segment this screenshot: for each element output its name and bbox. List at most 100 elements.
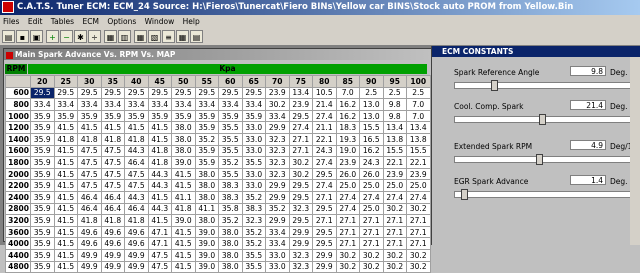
table-cell[interactable]: 41.5	[171, 167, 196, 181]
table-cell[interactable]: 46.4	[77, 190, 102, 204]
table-cell[interactable]: 35.9	[194, 144, 219, 158]
table-cell[interactable]: 27.4	[335, 190, 360, 204]
table-cell[interactable]: 24.3	[359, 156, 384, 169]
table-cell[interactable]: 35.9	[194, 156, 219, 169]
table-cell[interactable]: 47.1	[147, 225, 172, 239]
table-cell[interactable]: 35.2	[194, 132, 219, 146]
table-cell[interactable]: 27.1	[312, 214, 337, 227]
table-cell[interactable]: 27.1	[382, 214, 407, 227]
table-cell[interactable]: 27.1	[406, 225, 431, 239]
table-cell[interactable]: 33.0	[241, 167, 266, 181]
table-cell[interactable]: 35.9	[218, 109, 243, 123]
table-cell[interactable]: 13.4	[288, 86, 313, 100]
table-cell[interactable]: 39.0	[194, 237, 219, 250]
table-cell[interactable]: 49.9	[100, 248, 125, 262]
table-cell[interactable]: 10.5	[312, 86, 337, 100]
table-cell[interactable]: 21.4	[312, 98, 337, 111]
table-cell[interactable]: 23.9	[265, 86, 290, 100]
table-cell[interactable]: 35.8	[218, 202, 243, 216]
table-cell[interactable]: 23.9	[406, 167, 431, 181]
table-cell[interactable]: 35.9	[30, 121, 55, 134]
table-cell[interactable]: 41.8	[77, 214, 102, 227]
table-cell[interactable]: 30.2	[335, 248, 360, 262]
table-cell[interactable]: 23.9	[288, 98, 313, 111]
table-cell[interactable]: 41.5	[53, 225, 78, 239]
table-cell[interactable]: 33.4	[265, 237, 290, 250]
table-cell[interactable]: 47.5	[100, 167, 125, 181]
table-cell[interactable]: 46.4	[124, 156, 149, 169]
table-cell[interactable]: 41.5	[53, 260, 78, 273]
table-cell[interactable]: 35.9	[100, 109, 125, 123]
table-cell[interactable]: 35.9	[77, 109, 102, 123]
table-cell[interactable]: 29.5	[288, 179, 313, 192]
table-cell[interactable]: 32.3	[265, 144, 290, 158]
table-cell[interactable]: 38.3	[218, 190, 243, 204]
table-cell[interactable]: 35.2	[218, 214, 243, 227]
table-cell[interactable]: 47.5	[100, 156, 125, 169]
table-cell[interactable]: 30.2	[335, 260, 360, 273]
table-cell[interactable]: 35.5	[218, 167, 243, 181]
table-cell[interactable]: 35.9	[30, 190, 55, 204]
table-cell[interactable]: 27.1	[382, 225, 407, 239]
table-cell[interactable]: 24.3	[312, 144, 337, 158]
param-value-field[interactable]: 9.8	[570, 66, 606, 76]
table-cell[interactable]: 49.9	[124, 260, 149, 273]
table-cell[interactable]: 25.0	[406, 179, 431, 192]
table-cell[interactable]: 41.8	[124, 132, 149, 146]
table-cell[interactable]: 30.2	[288, 167, 313, 181]
table-cell[interactable]: 15.5	[382, 144, 407, 158]
table-cell[interactable]: 27.4	[312, 156, 337, 169]
table-cell[interactable]: 47.5	[100, 179, 125, 192]
table-cell[interactable]: 33.0	[265, 248, 290, 262]
table-cell[interactable]: 35.9	[241, 109, 266, 123]
table-cell[interactable]: 41.5	[53, 167, 78, 181]
table-cell[interactable]: 47.5	[77, 167, 102, 181]
table-cell[interactable]: 41.1	[171, 190, 196, 204]
grid-icon[interactable]: ▦	[134, 30, 147, 43]
table-cell[interactable]: 7.0	[406, 98, 431, 111]
table-cell[interactable]: 44.3	[124, 190, 149, 204]
table-cell[interactable]: 46.4	[100, 202, 125, 216]
param-slider-thumb[interactable]	[536, 154, 543, 165]
param-slider-track[interactable]	[454, 156, 634, 163]
table-cell[interactable]: 35.9	[30, 202, 55, 216]
table-cell[interactable]: 38.0	[171, 121, 196, 134]
table-cell[interactable]: 30.2	[382, 202, 407, 216]
table-cell[interactable]: 49.6	[77, 237, 102, 250]
table-cell[interactable]: 29.9	[265, 179, 290, 192]
table-cell[interactable]: 41.8	[100, 214, 125, 227]
table-cell[interactable]: 15.5	[359, 121, 384, 134]
open-icon[interactable]: ▤	[2, 30, 15, 43]
table-cell[interactable]: 13.8	[406, 132, 431, 146]
table-cell[interactable]: 30.2	[359, 260, 384, 273]
table-cell[interactable]: 13.8	[382, 132, 407, 146]
table-cell[interactable]: 29.9	[312, 260, 337, 273]
table-cell[interactable]: 35.5	[241, 260, 266, 273]
table-cell[interactable]: 29.9	[265, 190, 290, 204]
table-cell[interactable]: 35.5	[241, 248, 266, 262]
table-cell[interactable]: 13.4	[406, 121, 431, 134]
table-cell[interactable]: 35.9	[194, 121, 219, 134]
table-cell[interactable]: 27.1	[335, 214, 360, 227]
table-cell[interactable]: 27.1	[406, 214, 431, 227]
table-cell[interactable]: 35.2	[241, 190, 266, 204]
table-cell[interactable]: 30.2	[288, 156, 313, 169]
table-cell[interactable]: 7.0	[335, 86, 360, 100]
table-cell[interactable]: 32.3	[265, 156, 290, 169]
table-cell[interactable]: 33.4	[30, 98, 55, 111]
table-cell[interactable]: 41.8	[53, 132, 78, 146]
table-cell[interactable]: 33.0	[241, 144, 266, 158]
table-cell[interactable]: 41.5	[53, 121, 78, 134]
table-cell[interactable]: 16.2	[359, 144, 384, 158]
table-cell[interactable]: 29.5	[124, 86, 149, 100]
table-cell[interactable]: 33.0	[241, 121, 266, 134]
table-cell[interactable]: 26.0	[335, 167, 360, 181]
table-cell[interactable]: 13.0	[359, 98, 384, 111]
table-cell[interactable]: 35.5	[241, 156, 266, 169]
table-cell[interactable]: 41.5	[53, 248, 78, 262]
table-cell[interactable]: 30.2	[265, 98, 290, 111]
param-value-field[interactable]: 21.4	[570, 100, 606, 110]
table-cell[interactable]: 38.0	[218, 225, 243, 239]
table-cell[interactable]: 35.9	[30, 156, 55, 169]
table-cell[interactable]: 33.4	[218, 98, 243, 111]
